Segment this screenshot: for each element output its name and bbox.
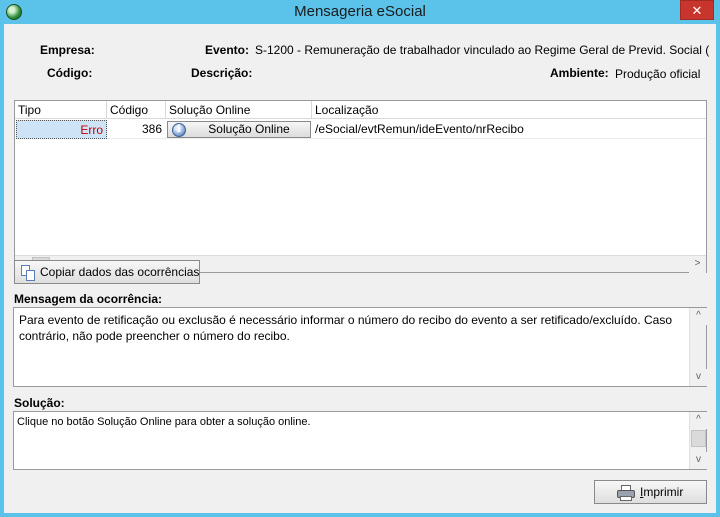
mensagem-label: Mensagem da ocorrência: bbox=[14, 292, 163, 306]
occurrences-grid[interactable]: Tipo Código Solução Online Localização E… bbox=[14, 100, 707, 273]
solucao-online-button[interactable]: i Solução Online bbox=[167, 121, 311, 138]
ambiente-label: Ambiente: bbox=[550, 66, 609, 80]
solucao-scroll-down-button[interactable]: v bbox=[690, 452, 707, 469]
solucao-vertical-scrollbar[interactable]: ^ v bbox=[689, 412, 707, 469]
copy-occurrences-button[interactable]: Copiar dados das ocorrências bbox=[14, 260, 200, 284]
mensagem-scroll-up-button[interactable]: ^ bbox=[690, 308, 707, 325]
descricao-label: Descrição: bbox=[191, 66, 253, 80]
dialog-client-area: Empresa: Evento: S-1200 - Remuneração de… bbox=[4, 24, 716, 513]
scroll-right-button[interactable]: > bbox=[689, 256, 706, 273]
cell-tipo[interactable]: Erro bbox=[16, 120, 107, 139]
ambiente-value: Produção oficial bbox=[615, 67, 701, 81]
mensagem-line-1: Para evento de retificação ou exclusão é… bbox=[19, 313, 673, 327]
info-icon: i bbox=[172, 123, 186, 137]
copy-occurrences-label: Copiar dados das ocorrências bbox=[40, 265, 200, 279]
close-button[interactable]: ✕ bbox=[680, 0, 714, 20]
print-label-rest: mprimir bbox=[643, 485, 684, 499]
cell-localizacao[interactable]: /eSocial/evtRemun/ideEvento/nrRecibo bbox=[312, 120, 702, 139]
table-row[interactable]: Erro 386 i Solução Online /eSocial/evtRe… bbox=[15, 120, 706, 139]
column-header-tipo[interactable]: Tipo bbox=[15, 101, 107, 119]
mensageria-window: Mensageria eSocial ✕ Empresa: Evento: S-… bbox=[0, 0, 720, 517]
print-button[interactable]: Imprimir bbox=[594, 480, 707, 504]
copy-icon bbox=[21, 265, 35, 281]
solucao-textbox[interactable]: Clique no botão Solução Online para obte… bbox=[13, 411, 707, 470]
codigo-label: Código: bbox=[47, 66, 93, 80]
mensagem-textbox[interactable]: Para evento de retificação ou exclusão é… bbox=[13, 307, 707, 387]
column-header-codigo[interactable]: Código bbox=[107, 101, 166, 119]
solucao-scroll-thumb[interactable] bbox=[691, 430, 706, 447]
mensagem-line-2: contrário, não pode preencher o número d… bbox=[19, 329, 290, 343]
mensagem-scroll-down-button[interactable]: v bbox=[690, 369, 707, 386]
title-bar[interactable]: Mensageria eSocial ✕ bbox=[0, 0, 720, 24]
solucao-text: Clique no botão Solução Online para obte… bbox=[17, 416, 311, 428]
solucao-online-button-label: Solução Online bbox=[208, 122, 290, 136]
mensagem-vertical-scrollbar[interactable]: ^ v bbox=[689, 308, 707, 386]
solucao-label: Solução: bbox=[14, 396, 65, 410]
evento-value: S-1200 - Remuneração de trabalhador vinc… bbox=[255, 43, 710, 57]
window-title: Mensageria eSocial bbox=[294, 3, 426, 20]
column-header-localizacao[interactable]: Localização bbox=[312, 101, 706, 119]
printer-icon bbox=[617, 485, 635, 501]
mensagem-text: Para evento de retificação ou exclusão é… bbox=[19, 312, 687, 344]
empresa-label: Empresa: bbox=[40, 43, 95, 57]
solucao-scroll-up-button[interactable]: ^ bbox=[690, 412, 707, 429]
evento-label: Evento: bbox=[205, 43, 250, 57]
cell-codigo[interactable]: 386 bbox=[108, 120, 166, 139]
column-header-solucao-online[interactable]: Solução Online bbox=[166, 101, 312, 119]
grid-header: Tipo Código Solução Online Localização bbox=[15, 101, 706, 119]
print-button-label: Imprimir bbox=[640, 481, 683, 503]
